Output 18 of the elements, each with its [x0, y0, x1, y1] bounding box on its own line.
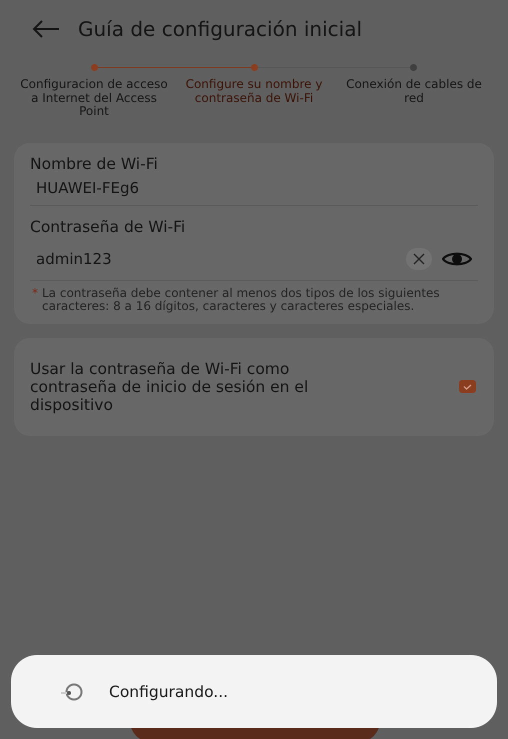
status-message: Configurando...: [109, 682, 228, 700]
eye-icon[interactable]: [442, 250, 472, 266]
password-hint: La contraseña debe contener al menos dos tipos de los siguientes caracteres: 8 a 16 dígitos, caracteres y caracteres especiales.: [42, 286, 441, 314]
back-icon[interactable]: [32, 20, 60, 38]
checkbox[interactable]: [459, 380, 476, 393]
step-label: Configure su nombre y contraseña de Wi-Fi: [184, 78, 324, 106]
required-mark: *: [32, 286, 38, 302]
page-title: Guía de configuración inicial: [78, 17, 362, 41]
field-label: Contraseña de Wi-Fi: [30, 216, 186, 236]
spinner-icon: [59, 682, 85, 700]
step-label: Conexión de cables de red: [345, 78, 483, 106]
option-label: Usar la contraseña de Wi-Fi como contraseña de inicio de sesión en el dispositivo: [30, 360, 310, 414]
input-field[interactable]: HUAWEI-FEg6: [30, 172, 478, 206]
check-icon: [463, 384, 472, 390]
clear-icon[interactable]: [406, 248, 432, 270]
field-label: Nombre de Wi-Fi: [30, 154, 159, 172]
password-field[interactable]: admin123: [36, 250, 406, 268]
step-label: Configuracion de acceso a Internet del Access Point: [19, 78, 169, 118]
